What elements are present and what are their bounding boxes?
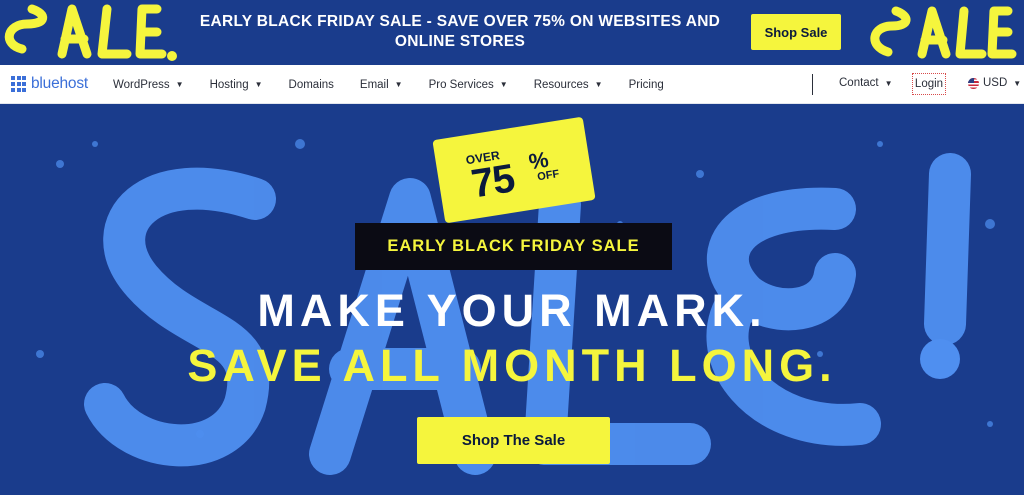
promo-text-highlight: SAVE OVER 75% <box>436 13 566 30</box>
nav-item-label: WordPress <box>113 78 170 91</box>
early-black-friday-pill: EARLY BLACK FRIDAY SALE <box>355 223 672 270</box>
nav-item-label: Email <box>359 78 389 91</box>
nav-item-label: Pro Services <box>428 78 494 91</box>
nav-divider <box>812 74 813 95</box>
caret-down-icon: ▼ <box>254 80 263 89</box>
nav-item-resources[interactable]: Resources ▼ <box>534 79 603 91</box>
nav-item-label: Resources <box>533 78 589 91</box>
caret-down-icon: ▼ <box>1013 78 1022 88</box>
bluehost-logo[interactable]: bluehost <box>11 75 88 93</box>
nav-item-hosting[interactable]: Hosting ▼ <box>210 79 263 91</box>
contact-label: Contact <box>839 77 879 89</box>
contact-menu[interactable]: Contact ▼ <box>839 77 893 89</box>
graffiti-sale-right-decoration <box>870 6 1017 59</box>
promo-text: EARLY BLACK FRIDAY SALE - SAVE OVER 75% … <box>170 12 750 52</box>
nav-item-label: Pricing <box>628 78 664 91</box>
grid-logo-icon <box>11 76 27 92</box>
nav-item-label: Hosting <box>209 78 249 91</box>
login-link[interactable]: Login <box>912 73 946 95</box>
nav-item-email[interactable]: Email ▼ <box>360 79 403 91</box>
caret-down-icon: ▼ <box>394 80 403 89</box>
caret-down-icon: ▼ <box>884 78 893 88</box>
currency-selector[interactable]: USD ▼ <box>968 77 1021 89</box>
nav-item-label: Domains <box>288 78 334 91</box>
hero-headline-1: MAKE YOUR MARK. <box>257 285 767 336</box>
nav-item-pricing[interactable]: Pricing <box>629 79 664 91</box>
hero-headline-2: SAVE ALL MONTH LONG. <box>187 340 837 391</box>
promo-banner: EARLY BLACK FRIDAY SALE - SAVE OVER 75% … <box>0 0 1024 65</box>
nav-item-wordpress[interactable]: WordPress ▼ <box>113 79 184 91</box>
promo-text-prefix: EARLY BLACK FRIDAY SALE - <box>199 13 437 30</box>
sticker-number: 75 <box>468 156 518 207</box>
nav-item-pro-services[interactable]: Pro Services ▼ <box>429 79 508 91</box>
us-flag-icon <box>968 77 979 89</box>
graffiti-sale-left-decoration <box>5 4 177 61</box>
caret-down-icon: ▼ <box>175 80 184 89</box>
currency-label: USD <box>983 77 1008 89</box>
shop-the-sale-button[interactable]: Shop The Sale <box>417 417 610 464</box>
logo-text: bluehost <box>31 75 89 92</box>
main-nav: bluehost WordPress ▼ Hosting ▼ Domains Ema… <box>0 65 1024 104</box>
nav-item-domains[interactable]: Domains <box>289 79 334 91</box>
nav-menu: WordPress ▼ Hosting ▼ Domains Email ▼ Pro S… <box>113 65 690 104</box>
shop-sale-button[interactable]: Shop Sale <box>751 14 841 50</box>
caret-down-icon: ▼ <box>499 80 508 89</box>
caret-down-icon: ▼ <box>594 80 603 89</box>
